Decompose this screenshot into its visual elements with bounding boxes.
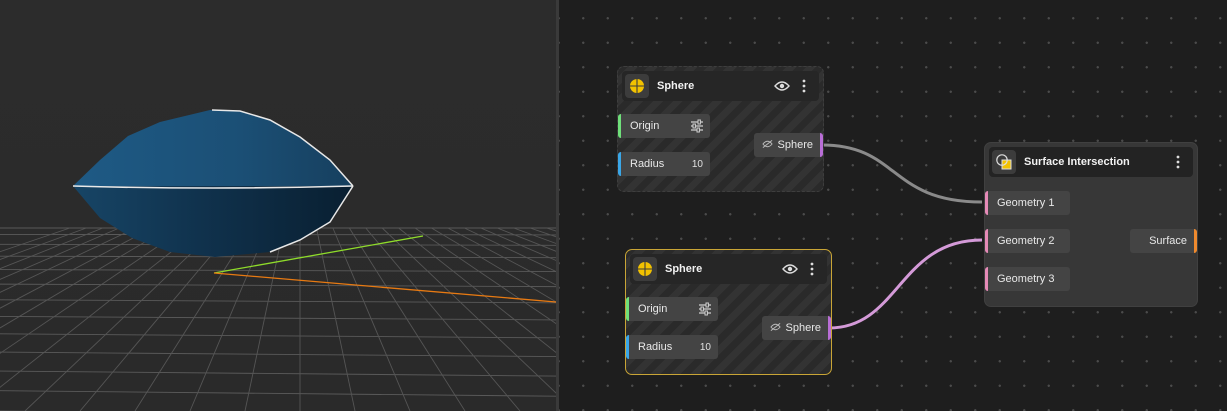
port-type-bar xyxy=(618,114,621,138)
intersection-icon xyxy=(992,150,1016,174)
output-port-sphere[interactable]: Sphere xyxy=(762,316,831,340)
eye-off-icon[interactable] xyxy=(769,322,781,335)
node-header[interactable]: Sphere xyxy=(630,254,827,284)
grid-line xyxy=(134,227,252,411)
input-port-geometry-3[interactable]: Geometry 3 xyxy=(985,267,1070,291)
grid-line xyxy=(0,227,120,280)
port-label: Geometry 3 xyxy=(997,273,1055,285)
grid-line xyxy=(0,299,556,304)
wire-sphere1-to-geometry1[interactable] xyxy=(821,143,983,204)
axis-x-line xyxy=(213,272,556,303)
grid-line xyxy=(315,227,356,411)
port-label: Geometry 2 xyxy=(997,235,1055,247)
input-port-geometry-1[interactable]: Geometry 1 xyxy=(985,191,1070,215)
grid-line xyxy=(0,269,556,272)
more-vertical-icon[interactable] xyxy=(1167,151,1189,173)
port-label: Origin xyxy=(638,303,668,315)
sliders-icon[interactable] xyxy=(690,119,704,136)
port-label: Surface xyxy=(1149,235,1187,247)
port-type-bar xyxy=(626,335,629,359)
grid-line xyxy=(0,227,169,329)
grid-line xyxy=(0,227,87,260)
grid-line xyxy=(332,227,411,411)
output-port-sphere[interactable]: Sphere xyxy=(754,133,823,157)
3d-viewport[interactable] xyxy=(0,0,556,411)
input-port-geometry-2[interactable]: Geometry 2 xyxy=(985,229,1070,253)
sphere-icon xyxy=(625,74,649,98)
viewport-scene xyxy=(0,109,556,411)
grid-line xyxy=(0,227,136,293)
port-label: Radius xyxy=(638,341,673,353)
eye-off-icon[interactable] xyxy=(761,139,773,152)
input-port-origin[interactable]: Origin xyxy=(618,114,710,138)
port-type-bar xyxy=(828,316,831,340)
port-label: Sphere xyxy=(785,322,821,334)
port-type-bar xyxy=(1194,229,1197,253)
port-type-bar xyxy=(985,267,988,291)
port-label: Origin xyxy=(630,120,660,132)
sphere-node-2[interactable]: Sphere Origin Radius 10 Sphere xyxy=(625,249,832,375)
surface-intersection-node[interactable]: Surface Intersection Geometry 1 Geometry… xyxy=(984,142,1198,307)
eye-icon[interactable] xyxy=(779,258,801,280)
sphere-icon xyxy=(633,257,657,281)
eye-icon[interactable] xyxy=(771,75,793,97)
ground-grid xyxy=(0,227,556,411)
more-vertical-icon[interactable] xyxy=(793,75,815,97)
node-title: Sphere xyxy=(665,263,703,275)
sphere-node-1[interactable]: Sphere Origin Radius 10 Sphere xyxy=(617,66,824,192)
node-header[interactable]: Surface Intersection xyxy=(989,147,1193,177)
grid-line xyxy=(0,333,556,339)
output-port-surface[interactable]: Surface xyxy=(1130,229,1197,253)
port-label: Geometry 1 xyxy=(997,197,1055,209)
grid-line xyxy=(244,227,285,411)
port-label: Radius xyxy=(630,158,665,170)
port-type-bar xyxy=(985,229,988,253)
sliders-icon[interactable] xyxy=(698,302,712,319)
input-port-origin[interactable]: Origin xyxy=(626,297,718,321)
port-type-bar xyxy=(985,191,988,215)
grid-line xyxy=(0,227,153,309)
more-vertical-icon[interactable] xyxy=(801,258,823,280)
node-header[interactable]: Sphere xyxy=(622,71,819,101)
port-type-bar xyxy=(820,133,823,157)
input-port-radius[interactable]: Radius 10 xyxy=(626,335,718,359)
grid-line xyxy=(0,315,556,321)
port-label: Sphere xyxy=(777,139,813,151)
port-type-bar xyxy=(626,297,629,321)
node-editor-canvas[interactable]: Sphere Origin Radius 10 Sphere Sphere Or… xyxy=(559,0,1227,411)
wire-sphere2-to-geometry2[interactable] xyxy=(828,238,983,330)
node-title: Surface Intersection xyxy=(1024,156,1130,168)
port-type-bar xyxy=(618,152,621,176)
node-title: Sphere xyxy=(657,80,695,92)
grid-line xyxy=(0,370,556,377)
radius-value[interactable]: 10 xyxy=(700,342,711,353)
grid-line xyxy=(0,390,556,397)
radius-value[interactable]: 10 xyxy=(692,159,703,170)
input-port-radius[interactable]: Radius 10 xyxy=(618,152,710,176)
grid-line xyxy=(0,227,103,270)
